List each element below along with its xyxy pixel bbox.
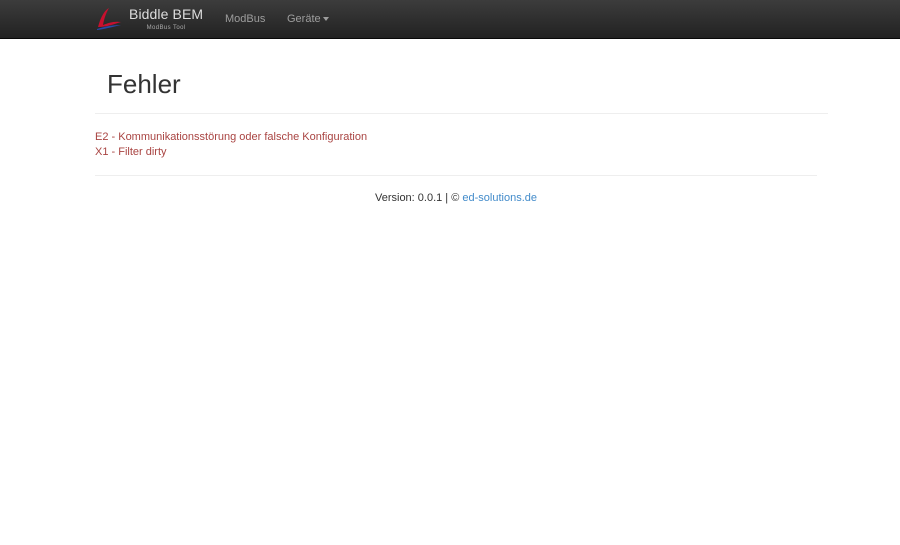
brand-text: Biddle BEM ModBus Tool [129, 7, 203, 31]
brand-title: Biddle BEM [129, 6, 204, 22]
footer-version-text: Version: 0.0.1 | © [374, 192, 460, 204]
page-header: Fehler [95, 60, 828, 114]
page-title: Fehler [107, 69, 181, 99]
footer-divider [95, 175, 817, 176]
biddle-logo-icon [97, 8, 121, 30]
nav-item-geraete-dropdown[interactable]: Geräte [287, 0, 329, 38]
footer-link[interactable]: ed-solutions.de [462, 192, 537, 204]
footer: Version: 0.0.1 | © ed-solutions.de [0, 192, 900, 204]
caret-down-icon [322, 17, 329, 22]
error-item: E2 - Kommunikationsstörung oder falsche … [95, 131, 368, 143]
error-item: X1 - Filter dirty [95, 146, 167, 158]
brand-link[interactable]: Biddle BEM ModBus Tool [95, 4, 203, 34]
error-list: E2 - Kommunikationsstörung oder falsche … [95, 130, 367, 160]
top-navbar: Biddle BEM ModBus Tool ModBus Geräte [0, 0, 900, 39]
brand-subtitle: ModBus Tool [146, 25, 186, 31]
nav-item-modbus[interactable]: ModBus [225, 0, 265, 38]
nav-item-geraete-label: Geräte [287, 13, 321, 25]
